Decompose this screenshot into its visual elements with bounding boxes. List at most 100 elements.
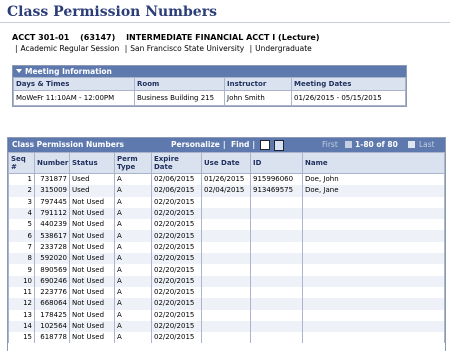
- column-use-date: Use Date: [201, 152, 251, 174]
- cell-status: Not Used: [69, 332, 115, 344]
- first-link[interactable]: First: [322, 138, 338, 152]
- cell-use-date: 02/04/2015: [201, 185, 251, 197]
- cell-id: [250, 320, 303, 333]
- meeting-information-header[interactable]: Meeting Information: [13, 66, 406, 77]
- next-arrow-icon[interactable]: [408, 141, 415, 148]
- cell-name: [302, 286, 445, 299]
- cell-use-date: [201, 264, 251, 276]
- cell-use-date: [201, 219, 251, 231]
- personalize-group: Personalize |: [171, 138, 229, 152]
- cell-number: 592020: [34, 253, 70, 265]
- meeting-row: MoWeFr 11:10AM - 12:00PM Business Buildi…: [13, 90, 406, 106]
- cell-number: 315009: [34, 185, 70, 197]
- cell-expire-date: 02/20/2015: [151, 196, 202, 208]
- cell-id: [250, 309, 303, 321]
- cell-name: [302, 230, 445, 242]
- previous-arrow-icon[interactable]: [345, 141, 352, 148]
- cell-perm-type: A: [114, 230, 152, 242]
- cell-seq: 8: [8, 253, 35, 265]
- cell-perm-type: A: [114, 264, 152, 276]
- cell-status: Not Used: [69, 298, 115, 310]
- cell-id: [250, 253, 303, 265]
- cell-use-date: [201, 253, 251, 265]
- personalize-link[interactable]: Personalize: [171, 140, 220, 149]
- cell-id: [250, 264, 303, 276]
- cell-id: [250, 230, 303, 242]
- cell-use-date: [201, 230, 251, 242]
- cell-expire-date: 02/20/2015: [151, 298, 202, 310]
- view-all-icon[interactable]: [260, 140, 270, 150]
- column-perm-type: Perm Type: [114, 152, 152, 174]
- cell-seq: 12: [8, 298, 35, 310]
- table-row: 10 690246 Not Used A 02/20/2015: [8, 275, 445, 287]
- last-link[interactable]: Last: [419, 138, 435, 152]
- cell-expire-date: 02/20/2015: [151, 207, 202, 220]
- column-meeting-dates: Meeting Dates: [291, 77, 406, 91]
- cell-status: Not Used: [69, 253, 115, 265]
- cell-seq: 13: [8, 309, 35, 321]
- column-status: Status: [69, 152, 115, 174]
- cell-id: [250, 219, 303, 231]
- session-separator: |: [15, 44, 18, 53]
- table-row: 3 797445 Not Used A 02/20/2015: [8, 196, 445, 208]
- cell-id: [250, 332, 303, 344]
- cell-seq: 4: [8, 207, 35, 220]
- cell-expire-date: 02/20/2015: [151, 241, 202, 254]
- cell-seq: 14: [8, 320, 35, 333]
- cell-number: 178425: [34, 309, 70, 321]
- find-separator: |: [252, 140, 256, 149]
- row-count: 1-80 of 80: [355, 140, 398, 149]
- cell-id: [250, 241, 303, 254]
- cell-number: 668064: [34, 298, 70, 310]
- cell-expire-date: 02/20/2015: [151, 264, 202, 276]
- download-spreadsheet-icon[interactable]: [274, 140, 284, 151]
- cell-expire-date: 02/06/2015: [151, 185, 202, 197]
- cell-expire-date: 02/20/2015: [151, 332, 202, 344]
- cell-use-date: [201, 196, 251, 208]
- table-row: 13 178425 Not Used A 02/20/2015: [8, 309, 445, 321]
- cell-status: Not Used: [69, 320, 115, 333]
- cell-use-date: [201, 298, 251, 310]
- cell-number: 797445: [34, 196, 70, 208]
- cell-status: Not Used: [69, 264, 115, 276]
- column-id: ID: [250, 152, 303, 174]
- cell-perm-type: A: [114, 332, 152, 344]
- cell-seq: 1: [8, 173, 35, 186]
- cell-id: [250, 298, 303, 310]
- cell-expire-date: 02/06/2015: [151, 173, 202, 186]
- table-row: 1 731877 Used A 02/06/2015 01/26/2015 91599606…: [8, 173, 445, 186]
- career-separator: |: [249, 44, 253, 53]
- course-title: INTERMEDIATE FINANCIAL ACCT I (Lecture): [126, 33, 320, 42]
- class-permission-grid: Class Permission Numbers Personalize | Fi…: [7, 137, 446, 351]
- table-row: 14 102564 Not Used A 02/20/2015: [8, 320, 445, 333]
- cell-status: Used: [69, 173, 115, 186]
- meeting-information-title: Meeting Information: [25, 67, 112, 76]
- cell-perm-type: A: [114, 320, 152, 333]
- cell-name: [302, 196, 445, 208]
- find-link[interactable]: Find: [231, 140, 249, 149]
- cell-number: 791112: [34, 207, 70, 220]
- cell-status: Not Used: [69, 207, 115, 220]
- table-row: 5 440239 Not Used A 02/20/2015: [8, 219, 445, 231]
- cell-perm-type: A: [114, 207, 152, 220]
- cell-status: Not Used: [69, 196, 115, 208]
- cell-number: 440239: [34, 219, 70, 231]
- table-row: 4 791112 Not Used A 02/20/2015: [8, 207, 445, 220]
- column-expire-date: Expire Date: [151, 152, 202, 174]
- cell-status: Not Used: [69, 275, 115, 287]
- cell-perm-type: A: [114, 241, 152, 254]
- cell-perm-type: A: [114, 275, 152, 287]
- cell-expire-date: 02/20/2015: [151, 320, 202, 333]
- cell-name: [302, 219, 445, 231]
- cell-perm-type: A: [114, 253, 152, 265]
- permission-grid-title: Class Permission Numbers: [12, 140, 124, 149]
- cell-perm-type: A: [114, 173, 152, 186]
- meeting-room: Business Building 215: [134, 90, 225, 106]
- cell-id: 915996060: [250, 173, 303, 186]
- collapse-triangle-icon[interactable]: [16, 69, 22, 73]
- cell-name: [302, 207, 445, 220]
- meeting-instructor: John Smith: [224, 90, 292, 106]
- title-divider: [0, 22, 450, 23]
- cell-number: 102564: [34, 320, 70, 333]
- cell-perm-type: A: [114, 286, 152, 299]
